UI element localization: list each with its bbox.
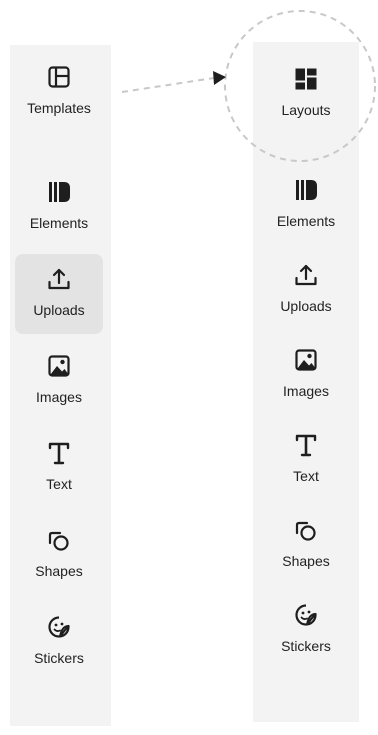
elements-icon <box>292 176 320 204</box>
sidebar-item-label: Images <box>36 389 82 405</box>
shapes-icon <box>292 516 320 544</box>
sidebar-item-label: Shapes <box>282 553 330 569</box>
sidebar-item-shapes[interactable]: Shapes <box>259 516 353 578</box>
sidebar-item-elements[interactable]: Elements <box>15 178 103 240</box>
sidebar-item-label: Layouts <box>281 102 331 118</box>
sidebar-item-label: Text <box>293 468 319 484</box>
sticker-icon <box>45 613 73 641</box>
elements-icon <box>45 178 73 206</box>
templates-icon <box>45 63 73 91</box>
callout-arrowhead-icon <box>213 71 226 85</box>
sidebar-item-uploads[interactable]: Uploads <box>259 261 353 323</box>
sidebar-item-label: Uploads <box>280 298 332 314</box>
sticker-icon <box>292 601 320 629</box>
shapes-icon <box>45 526 73 554</box>
sidebar-item-templates[interactable]: Templates <box>15 63 103 125</box>
sidebar-item-layouts[interactable]: Layouts <box>259 65 353 127</box>
sidebar-item-label: Images <box>283 383 329 399</box>
sidebar-item-stickers[interactable]: Stickers <box>259 601 353 663</box>
sidebar-item-label: Stickers <box>34 650 84 666</box>
sidebar-item-text[interactable]: Text <box>259 431 353 493</box>
sidebar-item-label: Elements <box>276 213 336 229</box>
sidebar-item-shapes[interactable]: Shapes <box>15 526 103 588</box>
sidebar-item-uploads[interactable]: Uploads <box>15 254 103 334</box>
comparison-canvas: Templates Elements Uploads Images Text S… <box>0 0 378 735</box>
text-icon <box>45 439 73 467</box>
sidebar-item-label: Uploads <box>33 302 85 318</box>
image-icon <box>45 352 73 380</box>
sidebar-item-label: Text <box>46 476 72 492</box>
sidebar-item-label: Shapes <box>35 563 83 579</box>
sidebar-item-stickers[interactable]: Stickers <box>15 613 103 675</box>
sidebar-item-label: Templates <box>27 100 91 116</box>
sidebar-item-elements[interactable]: Elements <box>259 176 353 238</box>
image-icon <box>292 346 320 374</box>
sidebar-item-label: Stickers <box>281 638 331 654</box>
layouts-icon <box>292 65 320 93</box>
left-sidebar: Templates Elements Uploads Images Text S… <box>10 45 111 726</box>
sidebar-item-text[interactable]: Text <box>15 439 103 501</box>
callout-arrow-line <box>121 77 215 93</box>
right-sidebar: Layouts Elements Uploads Images Text Sha… <box>253 42 359 722</box>
upload-icon <box>292 261 320 289</box>
sidebar-item-images[interactable]: Images <box>15 352 103 414</box>
sidebar-item-label: Elements <box>29 215 89 231</box>
sidebar-item-images[interactable]: Images <box>259 346 353 408</box>
text-icon <box>292 431 320 459</box>
upload-icon <box>45 265 73 293</box>
